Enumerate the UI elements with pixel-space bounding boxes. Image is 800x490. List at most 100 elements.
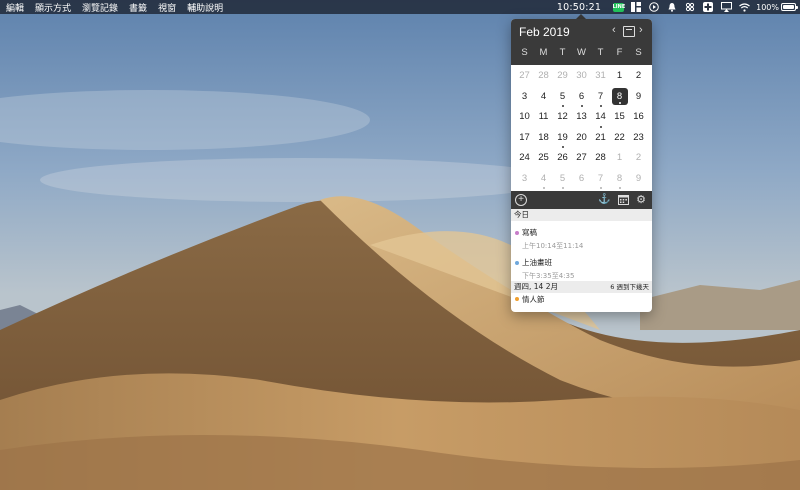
calendar-day-number: 7 xyxy=(597,172,604,184)
anchor-icon[interactable]: ⚓ xyxy=(598,194,610,206)
calendar-day[interactable]: 7 xyxy=(591,169,610,189)
calendar-week-row: 27 28 29 30 31 1 2 xyxy=(515,66,648,87)
calendar-day[interactable]: 2 xyxy=(629,66,648,87)
calendar-day[interactable]: 5 xyxy=(553,169,572,189)
calendar-day[interactable]: 25 xyxy=(534,148,553,169)
today-calendar-icon[interactable] xyxy=(623,26,635,37)
calendar-day[interactable]: 7 xyxy=(591,87,610,107)
calendar-day[interactable]: 20 xyxy=(572,128,591,149)
desktop-wallpaper xyxy=(0,0,800,490)
menu-view[interactable]: 顯示方式 xyxy=(35,1,71,14)
wifi-icon[interactable] xyxy=(738,2,750,13)
chevron-right-icon[interactable]: › xyxy=(639,24,643,36)
calendar-day-number: 29 xyxy=(557,70,568,81)
calendar-day[interactable]: 12 xyxy=(553,107,572,128)
chevron-left-icon[interactable]: ‹ xyxy=(612,24,616,36)
sand-dunes-illustration xyxy=(0,0,800,490)
event-title: 寫稿 xyxy=(522,228,537,237)
event-title: 上油畫班 xyxy=(522,258,552,267)
battery-percent[interactable]: 100% xyxy=(756,3,779,12)
event-item[interactable]: 上油畫班 下午3:35至4:35 xyxy=(511,251,652,281)
calendar-day[interactable]: 13 xyxy=(572,107,591,128)
plus-cross-icon[interactable] xyxy=(703,2,714,13)
calendar-day[interactable]: 4 xyxy=(534,87,553,108)
calendar-day[interactable]: 8 xyxy=(610,169,629,189)
calendar-day[interactable]: 27 xyxy=(515,66,534,87)
calendar-day-number: 27 xyxy=(519,70,530,81)
weekday-label: W xyxy=(577,47,586,58)
menu-bar: 編輯 顯示方式 瀏覽記錄 書籤 視窗 輔助說明 10:50:21 LINE 10… xyxy=(0,0,800,14)
calendar-day[interactable]: 23 xyxy=(629,128,648,149)
calendar-day-number: 24 xyxy=(519,152,530,163)
calendar-day[interactable]: 24 xyxy=(515,148,534,169)
weekday-row: S M T W T F S xyxy=(515,47,648,58)
add-event-icon[interactable]: + xyxy=(515,194,527,206)
menu-edit[interactable]: 編輯 xyxy=(6,1,24,14)
line-icon[interactable]: LINE xyxy=(612,2,625,13)
menu-bookmarks[interactable]: 書籤 xyxy=(129,1,147,14)
event-item[interactable]: 情人節 xyxy=(511,293,652,305)
calendar-day[interactable]: 9 xyxy=(629,87,648,108)
calendar-day-selected[interactable]: 8 xyxy=(610,87,629,108)
calendar-day[interactable]: 31 xyxy=(591,66,610,87)
calendar-day[interactable]: 27 xyxy=(572,148,591,169)
calendar-day[interactable]: 28 xyxy=(534,66,553,87)
calendar-day-number: 6 xyxy=(578,90,585,102)
calendar-day[interactable]: 9 xyxy=(629,169,648,190)
menu-window[interactable]: 視窗 xyxy=(158,1,176,14)
calendar-day[interactable]: 6 xyxy=(572,87,591,107)
airplay-icon[interactable] xyxy=(720,2,732,13)
calendar-week-row: 3456789 xyxy=(515,169,648,190)
event-item[interactable]: 寫稿 上午10:14至11:14 xyxy=(511,221,652,251)
calendar-day[interactable]: 1 xyxy=(610,148,629,169)
calendar-day-number: 5 xyxy=(559,172,566,184)
calendar-day[interactable]: 4 xyxy=(534,169,553,189)
calendar-day-number: 11 xyxy=(538,111,549,122)
calendar-day[interactable]: 15 xyxy=(610,107,629,128)
calendar-day-number: 6 xyxy=(578,172,585,184)
event-color-dot xyxy=(515,261,519,265)
calendar-day[interactable]: 2 xyxy=(629,148,648,169)
calendar-day[interactable]: 1 xyxy=(610,66,629,87)
menu-history[interactable]: 瀏覽記錄 xyxy=(82,1,118,14)
calendar-day-number: 18 xyxy=(538,131,549,143)
calendar-day[interactable]: 3 xyxy=(515,169,534,190)
calendar-day[interactable]: 22 xyxy=(610,128,629,149)
gear-icon[interactable]: ⚙ xyxy=(635,194,647,206)
grid-icon[interactable] xyxy=(631,2,642,13)
calendar-day[interactable]: 26 xyxy=(553,148,572,169)
calendar-day-number: 12 xyxy=(557,111,568,122)
event-indicator-dot xyxy=(542,187,545,189)
calendar-day[interactable]: 19 xyxy=(553,128,572,148)
menubar-clock[interactable]: 10:50:21 xyxy=(557,2,601,13)
calendar-day[interactable]: 30 xyxy=(572,66,591,87)
battery-icon[interactable] xyxy=(781,3,798,11)
menu-help[interactable]: 輔助說明 xyxy=(187,1,223,14)
calendar-day[interactable]: 11 xyxy=(534,107,553,128)
weekday-label: M xyxy=(539,47,548,58)
cube-icon[interactable] xyxy=(685,2,696,13)
calendar-day[interactable]: 29 xyxy=(553,66,572,87)
calendar-day[interactable]: 17 xyxy=(515,128,534,149)
calendar-day-number: 1 xyxy=(616,152,623,163)
event-indicator-dot xyxy=(561,187,564,189)
calendar-week-row: 24 25 26 27 28 1 2 xyxy=(515,148,648,169)
calendar-day-number: 19 xyxy=(557,131,568,143)
calendar-day[interactable]: 18 xyxy=(534,128,553,149)
calendar-day-number: 3 xyxy=(521,90,528,102)
calendar-day[interactable]: 16 xyxy=(629,107,648,128)
calendar-day[interactable]: 28 xyxy=(591,148,610,169)
event-title: 情人節 xyxy=(522,295,545,304)
calendar-day-number: 7 xyxy=(597,90,604,102)
event-time: 下午3:35至4:35 xyxy=(522,272,575,280)
calendar-day[interactable]: 10 xyxy=(515,107,534,128)
calendar-day[interactable]: 14 xyxy=(591,107,610,128)
weekday-label: T xyxy=(597,47,604,58)
calendar-day[interactable]: 21 xyxy=(591,128,610,149)
calendar-day[interactable]: 6 xyxy=(572,169,591,190)
calendar-icon[interactable] xyxy=(617,194,629,206)
calendar-day[interactable]: 3 xyxy=(515,87,534,108)
bell-icon[interactable] xyxy=(667,2,678,13)
calendar-day[interactable]: 5 xyxy=(553,87,572,107)
play-icon[interactable] xyxy=(649,2,660,13)
